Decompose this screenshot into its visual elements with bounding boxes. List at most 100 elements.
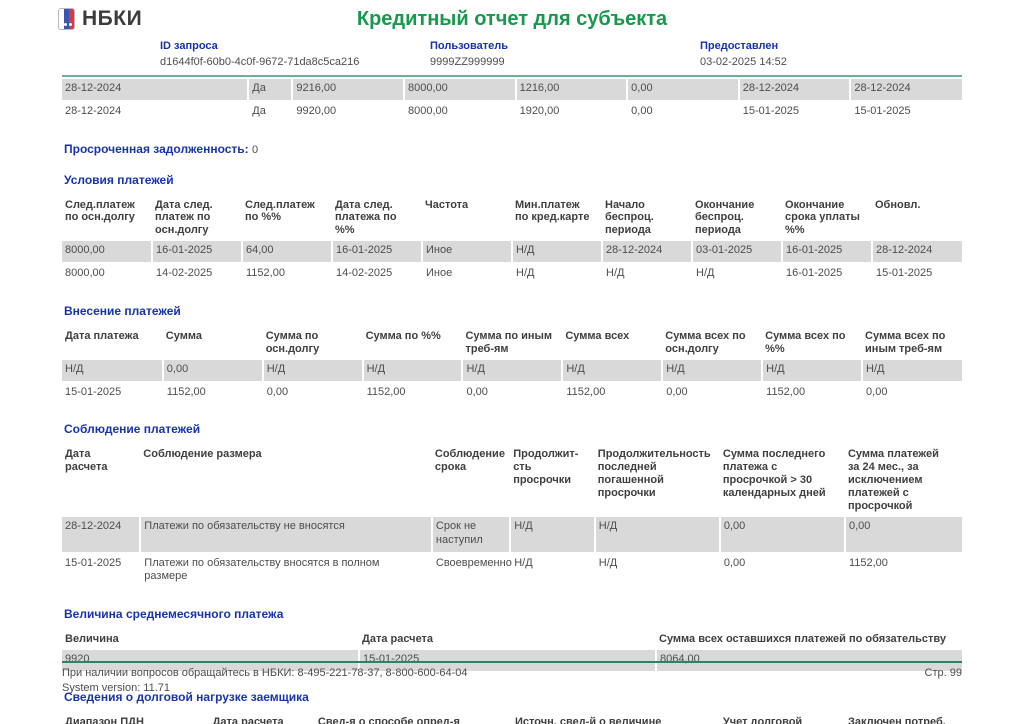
table-cell: Н/Д [462,359,564,382]
table-cell: Н/Д [762,359,864,382]
table-cell: 0,00 [627,79,740,101]
table-row: Н/Д 0,00 Н/Д Н/Д Н/Д Н/Д Н/Д Н/Д Н/Д [62,359,962,382]
table-cell: 64,00 [242,241,333,264]
table-cell: Н/Д [62,359,164,382]
table-row: 8000,00 16-01-2025 64,00 16-01-2025 Иное Н/Д 2… [62,241,962,264]
table-cell: Н/Д [510,517,596,553]
table-cell: 8000,00 [62,241,153,264]
meta-label: Предоставлен [700,40,779,52]
table-cell: 03-01-2025 [692,241,783,264]
table-cell: Срок не наступил [431,517,512,553]
column-header: Сумма всех по осн.долгу [665,329,746,355]
meta-request-id: ID запроса d1644f0f-60b0-4c0f-9672-71da8… [160,40,430,68]
table-cell: Иное [422,263,513,286]
table-row: 28-12-2024 Платежи по обязательству не вн… [62,517,962,553]
column-header: Заключен потреб. кредит [847,715,946,724]
table-cell: 14-02-2025 [332,263,423,286]
column-header: Сумма по осн.долгу [265,329,320,355]
table-cell: 0,00 [462,381,564,405]
section: Внесение платежей Дата платежа Сумма Сумма … [62,304,962,405]
table-cell: 0,00 [262,381,364,405]
section: Условия платежей След.платеж по осн.долгу… [62,173,962,287]
table-cell: 15-01-2025 [876,267,933,280]
table-row: 15-01-2025 Платежи по обязательству внося… [62,552,962,590]
table-cell: 14-02-2025 [152,263,243,286]
table-cell: 0,00 [162,359,264,382]
table-cell: 28-12-2024 [738,79,852,101]
table-cell: Н/Д [692,263,783,286]
column-header: Сумма по иным треб-ям [465,329,553,355]
section: Сведения о долговой нагрузке заемщика Диа… [62,690,962,724]
table-cell: Н/Д [262,359,364,382]
table-header-row: След.платеж по осн.долгу Дата след. плате… [62,195,962,242]
column-header: Начало беспроц. периода [605,198,654,237]
column-header: Соблюдение размера [143,448,262,461]
column-header: Дата расчета [362,633,434,646]
table-cell: 1152,00 [848,556,888,569]
table-cell: 1216,00 [515,79,629,101]
table-cell: 28-12-2024 [62,100,250,124]
table-cell: 0,00 [848,520,871,533]
meta-label: Пользователь [430,40,509,52]
meta-value: d1644f0f-60b0-4c0f-9672-71da8c5ca216 [160,56,360,68]
table-cell: Н/Д [512,263,603,286]
column-header: Источн. свед-й о величине среднемес. дох… [514,715,662,724]
table-cell: 28-12-2024 [62,79,250,101]
table-cell: Своевременно [431,552,512,590]
data-table: Дата платежа Сумма Сумма по осн.долгу Сумма… [62,326,962,405]
table-cell: 28-12-2024 [62,517,142,553]
footer-contact: При наличии вопросов обращайтесь в НБКИ:… [62,667,468,679]
column-header: Диапазон ПДН заемщика [65,715,144,724]
column-header: Обновл. [875,198,921,211]
overdue-value: 0 [252,143,259,156]
column-header: Мин.платеж по кред.карте [515,198,590,224]
table-cell: Н/Д [866,362,885,375]
table-cell: 28-12-2024 [602,241,693,264]
table-cell: 1152,00 [362,381,464,405]
table-header-row: Дата платежа Сумма Сумма по осн.долгу Сумма… [62,326,962,360]
table-cell: 9216,00 [292,79,405,101]
section-heading: Условия платежей [64,172,174,187]
table-cell: 16-01-2025 [782,241,873,264]
table-cell: Н/Д [562,359,664,382]
column-header: Дата расчета [65,448,108,474]
table-header-row: Дата расчета Соблюдение размера Соблюдение… [62,444,962,517]
footer-page-number: Стр. 99 [924,667,962,679]
column-header: Сумма всех по %% [765,329,846,355]
column-header: Сумма всех [565,329,630,342]
table-cell: 28-12-2024 [876,244,933,257]
table-cell: Н/Д [662,359,764,382]
table-cell: 1152,00 [762,381,864,405]
table-cell: Да [248,79,294,101]
table-cell: 1152,00 [162,381,264,405]
table-cell: 0,00 [662,381,764,405]
table-cell: 9920,00 [292,100,405,124]
table-cell: Иное [422,241,513,264]
column-header: Сумма платежей за 24 мес., за исключение… [847,448,939,513]
column-header: Продолжительность последней погашенной п… [597,448,711,500]
column-header: Сумма всех оставшихся платежей по обязат… [659,633,947,646]
footer-system-version: System version: 11.71 [62,682,171,694]
column-header: След.платеж по %% [245,198,315,224]
section-heading: Величина среднемесячного платежа [64,607,284,622]
page-title: Кредитный отчет для субъекта [356,8,668,30]
table-row: 28-12-2024 Да 9216,00 8000,00 1216,00 0,00 28-… [62,79,962,101]
table-cell: 15-01-2025 [62,552,142,590]
nbki-flag-icon [58,8,75,30]
table-header-row: Величина Дата расчета Сумма всех оставшихс… [62,629,962,650]
column-header: Величина [65,633,119,646]
table-cell: 15-01-2025 [62,381,164,405]
section: Соблюдение платежей Дата расчета Соблюдени… [62,422,962,590]
meta-value: 9999ZZ999999 [430,56,505,68]
table-cell: Платежи по обязательству вносятся в полн… [140,552,433,590]
meta-value: 03-02-2025 14:52 [700,56,787,68]
table-header-row: Диапазон ПДН заемщика Дата расчета Свед-я … [62,712,962,724]
column-header: Учет долговой нагрузки созаемщиков [722,715,803,724]
table-cell: 16-01-2025 [782,263,873,286]
table-cell: 0,00 [719,552,846,590]
column-header: Дата след. платежа по %% [335,198,397,237]
column-header: Соблюдение срока [434,448,505,474]
column-header: Дата платежа [65,329,139,342]
header-divider [62,75,962,77]
data-table: Диапазон ПДН заемщика Дата расчета Свед-я … [62,712,962,724]
